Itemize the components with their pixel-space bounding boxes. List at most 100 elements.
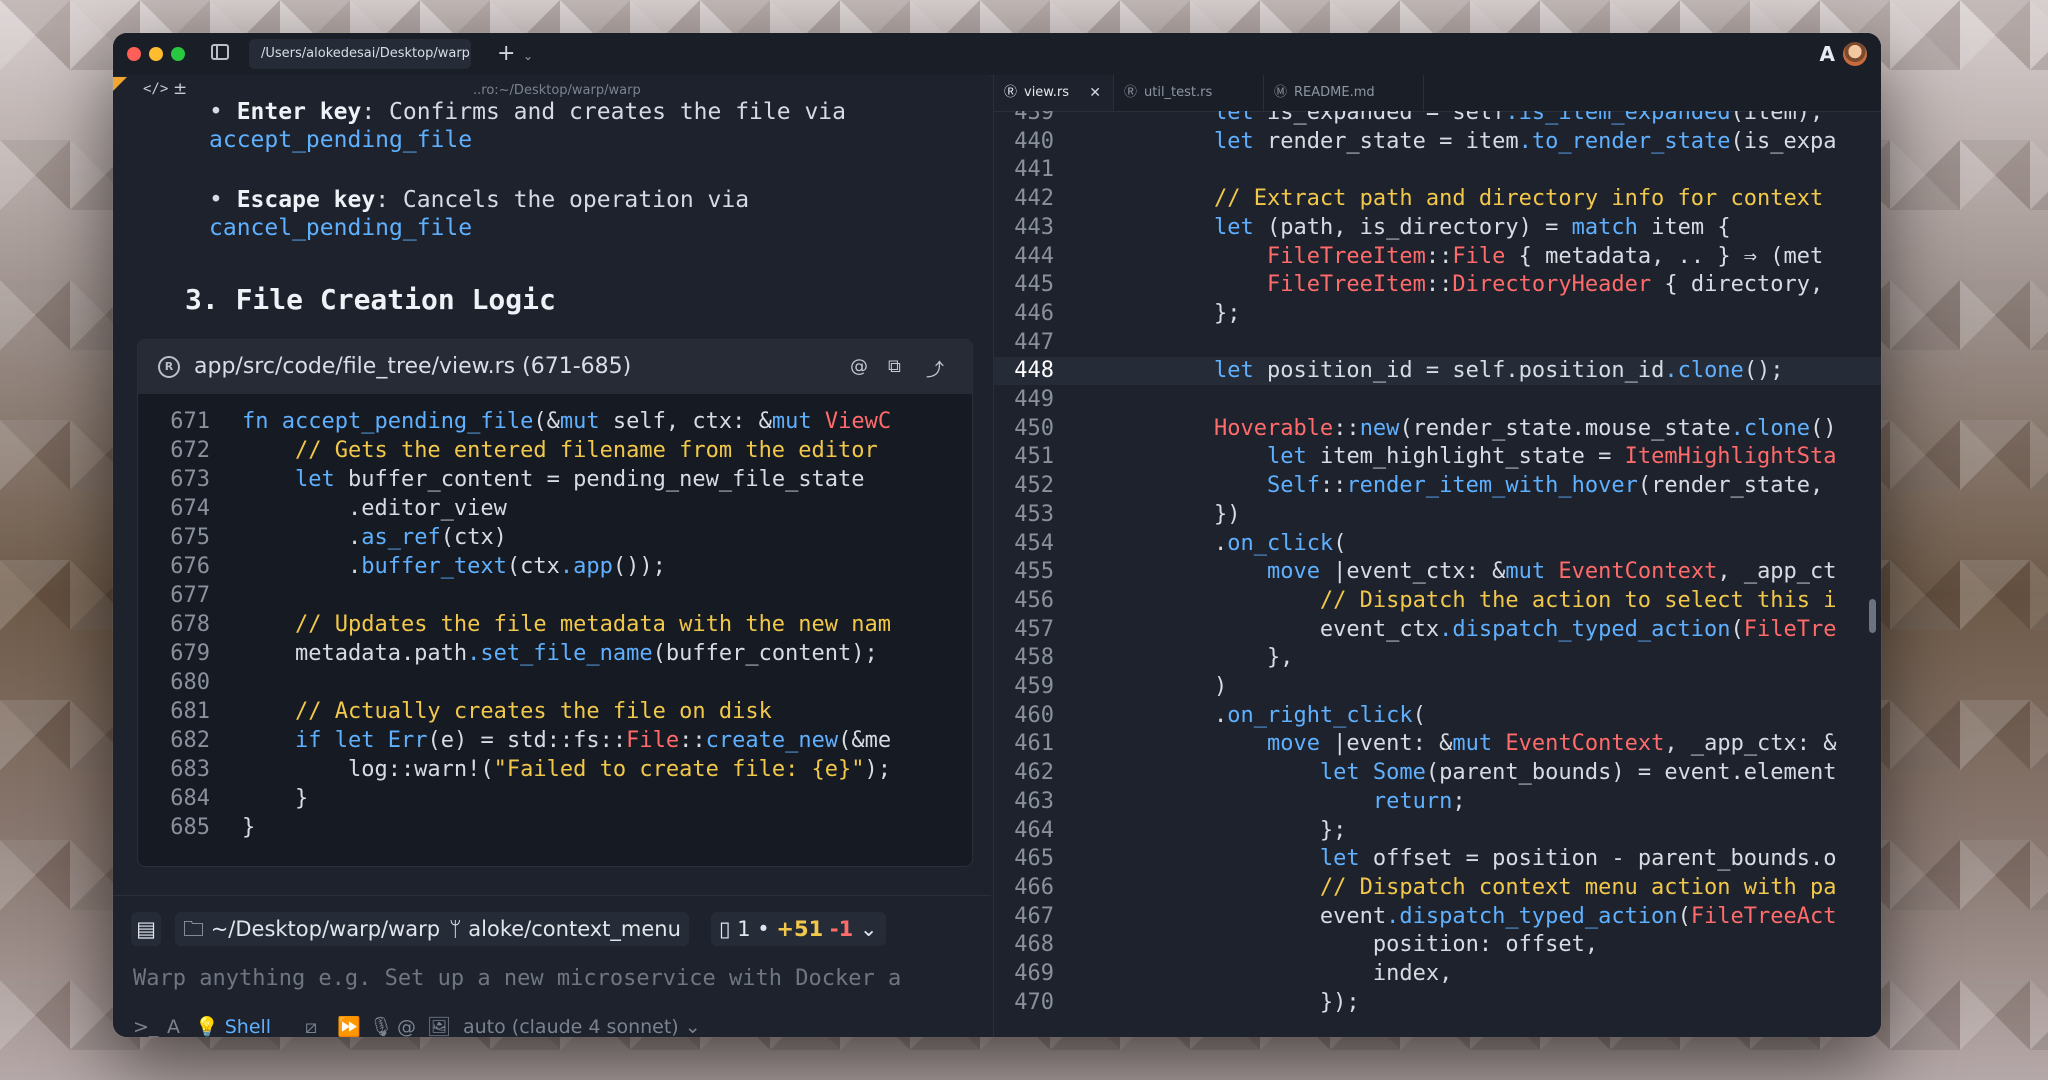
sidebar-toggle-icon[interactable] — [211, 44, 229, 60]
code-line[interactable]: 455 move |event_ctx: &mut EventContext, … — [994, 558, 1881, 586]
code-text: let is_expanded = self.is_item_expanded(… — [1213, 111, 1824, 125]
tab-util-test-rs[interactable]: Ⓡ util_test.rs — [1114, 75, 1264, 111]
code-line[interactable]: 453 }) — [994, 501, 1881, 529]
directory-chip[interactable]: 🗀 ~/Desktop/warp/warp — [175, 912, 449, 946]
line-number: 457 — [1014, 616, 1054, 642]
code-line[interactable]: 443 let (path, is_directory) = match ite… — [994, 214, 1881, 242]
code-line[interactable]: 467 event.dispatch_typed_action(FileTree… — [994, 903, 1881, 931]
code-line[interactable]: 451 let item_highlight_state = ItemHighl… — [994, 443, 1881, 471]
code-line[interactable]: 440 let render_state = item.to_render_st… — [994, 128, 1881, 156]
code-text: position: offset, — [1108, 932, 1599, 958]
code-line[interactable]: 452 Self::render_item_with_hover(render_… — [994, 472, 1881, 500]
close-window-button[interactable] — [127, 47, 141, 61]
code-line[interactable]: 470 }); — [994, 989, 1881, 1017]
tab-readme-md[interactable]: Ⓜ README.md — [1264, 75, 1424, 111]
function-link[interactable]: cancel_pending_file — [209, 215, 472, 241]
code-line[interactable]: 454 .on_click( — [994, 530, 1881, 558]
code-text: move |event: &mut EventContext, _app_ctx… — [1266, 731, 1837, 757]
code-line[interactable]: 465 let offset = position - parent_bound… — [994, 845, 1881, 873]
code-line[interactable]: 469 index, — [994, 960, 1881, 988]
line-number: 466 — [1014, 874, 1054, 900]
code-text: move |event_ctx: &mut EventContext, _app… — [1266, 559, 1837, 585]
code-text: }; — [1108, 300, 1241, 326]
code-view-icon[interactable]: </> — [143, 81, 168, 97]
shell-mode-chip[interactable]: 💡 Shell — [195, 1012, 271, 1037]
line-number: 679 — [170, 641, 210, 666]
code-text: let render_state = item.to_render_state(… — [1213, 128, 1837, 154]
code-text: // Dispatch context menu action with pa — [1319, 874, 1837, 900]
code-line[interactable]: 446 }; — [994, 300, 1881, 328]
code-text: return; — [1372, 788, 1466, 814]
code-line[interactable]: 448 let position_id = self.position_id.c… — [994, 357, 1881, 386]
code-text: if let Err(e) = std::fs::File::create_ne… — [294, 728, 892, 753]
code-line[interactable]: 468 position: offset, — [994, 931, 1881, 959]
image-attach-icon[interactable]: 🖼 — [427, 1012, 451, 1037]
terminal-icon[interactable]: >_ — [133, 1012, 158, 1037]
code-line[interactable]: 458 }, — [994, 644, 1881, 672]
diff-icon[interactable]: ± — [173, 79, 187, 99]
line-number: 443 — [1014, 214, 1054, 240]
code-line[interactable]: 457 event_ctx.dispatch_typed_action(File… — [994, 616, 1881, 644]
line-number: 678 — [170, 612, 210, 637]
code-text: let position_id = self.position_id.clone… — [1213, 358, 1784, 384]
code-line[interactable]: 460 .on_right_click( — [994, 702, 1881, 730]
code-line[interactable]: 463 return; — [994, 788, 1881, 816]
model-selector[interactable]: auto (claude 4 sonnet) ⌄ — [463, 1012, 701, 1037]
conversation-icon[interactable]: ▤ — [131, 912, 161, 946]
open-external-icon[interactable]: ⤴ — [926, 356, 944, 382]
close-icon[interactable]: ✕ — [1089, 75, 1101, 111]
slash-command-icon[interactable]: ⧄ — [305, 1012, 317, 1037]
code-line[interactable]: 442 // Extract path and directory info f… — [994, 185, 1881, 213]
code-text: index, — [1108, 961, 1453, 986]
copy-icon[interactable]: ⧉ — [888, 356, 901, 377]
line-number: 448 — [1014, 358, 1054, 384]
code-text: .editor_view — [242, 496, 507, 521]
snippet-file-path[interactable]: app/src/code/file_tree/view.rs (671-685) — [194, 354, 631, 379]
code-text: let offset = position - parent_bounds.o — [1319, 846, 1837, 872]
line-number: 462 — [1014, 760, 1054, 786]
vertical-scrollbar[interactable] — [1869, 599, 1876, 633]
session-tab[interactable]: /Users/alokedesai/Desktop/warp — [249, 39, 471, 69]
code-text: ) — [1108, 674, 1228, 699]
code-line[interactable]: 439 let is_expanded = self.is_item_expan… — [994, 111, 1881, 127]
pane-flag-icon — [113, 77, 127, 91]
code-line[interactable]: 449 — [994, 386, 1881, 414]
code-line[interactable]: 461 move |event: &mut EventContext, _app… — [994, 730, 1881, 758]
line-number: 685 — [170, 815, 210, 840]
diff-stats-chip[interactable]: ▯ 1 • +51 -1 ⌄ — [711, 912, 886, 946]
code-line[interactable]: 466 // Dispatch context menu action with… — [994, 874, 1881, 902]
rust-file-icon: R — [158, 356, 180, 378]
code-line[interactable]: 441 — [994, 156, 1881, 184]
code-line[interactable]: 444 FileTreeItem::File { metadata, .. } … — [994, 243, 1881, 271]
code-line[interactable]: 456 // Dispatch the action to select thi… — [994, 587, 1881, 615]
zoom-window-button[interactable] — [171, 47, 185, 61]
code-line[interactable]: 445 FileTreeItem::DirectoryHeader { dire… — [994, 271, 1881, 299]
code-line[interactable]: 462 let Some(parent_bounds) = event.elem… — [994, 759, 1881, 787]
code-text: // Actually creates the file on disk — [294, 699, 772, 724]
line-number: 671 — [170, 409, 210, 434]
code-line[interactable]: 447 — [994, 329, 1881, 357]
line-number: 446 — [1014, 300, 1054, 326]
code-text: let buffer_content = pending_new_file_st… — [294, 467, 865, 492]
fast-forward-icon[interactable]: ⏩ — [337, 1012, 361, 1037]
editor-code-area[interactable]: 439 let is_expanded = self.is_item_expan… — [994, 111, 1881, 1017]
chevron-down-icon[interactable]: ⌄ — [523, 41, 533, 71]
tab-view-rs[interactable]: Ⓡ view.rs ✕ — [994, 75, 1114, 111]
file-icon: ▯ — [719, 917, 731, 941]
prompt-input[interactable]: Warp anything e.g. Set up a new microser… — [133, 966, 973, 991]
warp-account-icon[interactable]: A — [1820, 42, 1835, 66]
mention-icon[interactable]: @ — [397, 1012, 416, 1037]
agent-mode-icon[interactable]: A — [167, 1012, 180, 1037]
minimize-window-button[interactable] — [149, 47, 163, 61]
code-line[interactable]: 459 ) — [994, 673, 1881, 701]
line-number: 441 — [1014, 157, 1054, 183]
code-line[interactable]: 450 Hoverable::new(render_state.mouse_st… — [994, 415, 1881, 443]
mention-icon[interactable]: @ — [850, 356, 868, 377]
microphone-icon[interactable]: 🎙 — [369, 1012, 393, 1037]
avatar[interactable] — [1843, 42, 1867, 66]
git-branch-chip[interactable]: ᛘ aloke/context_menu — [441, 912, 689, 946]
code-line[interactable]: 464 }; — [994, 817, 1881, 845]
line-number: 682 — [170, 728, 210, 753]
new-tab-button[interactable]: + — [497, 39, 515, 69]
function-link[interactable]: accept_pending_file — [209, 127, 472, 153]
